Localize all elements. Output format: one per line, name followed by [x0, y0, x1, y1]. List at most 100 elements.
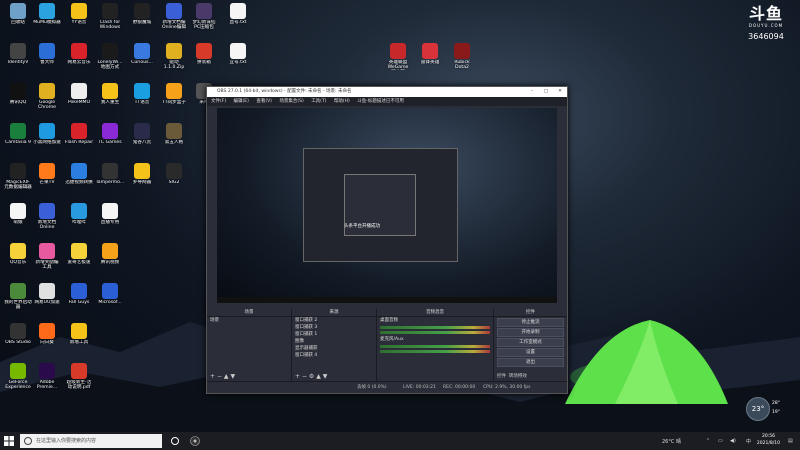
desktop-icon[interactable]: 向日葵: [31, 323, 63, 357]
desktop-icon[interactable]: 新增文档 Online: [31, 203, 63, 237]
source-item[interactable]: 窗口捕获 2: [292, 317, 376, 324]
obs-preview[interactable]: 头条平台开播成功: [217, 108, 557, 303]
desktop-icon[interactable]: Flash Repair: [63, 123, 95, 157]
remove-icon[interactable]: −: [302, 373, 307, 380]
desktop-icon[interactable]: TT同步盒子: [158, 83, 190, 117]
source-item[interactable]: 图像: [292, 338, 376, 345]
desktop-icon[interactable]: Clash for Windows: [94, 3, 126, 37]
desktop-icon[interactable]: 拼装箱: [188, 43, 220, 77]
menu-scene-collection[interactable]: 场景集合(S): [279, 99, 303, 104]
desktop-icon[interactable]: PokeMMO: [63, 83, 95, 117]
tab-transitions[interactable]: 转场特效: [509, 374, 527, 379]
desktop-icon[interactable]: 回收站: [2, 3, 34, 37]
desktop-icon[interactable]: 新增工具: [63, 323, 95, 357]
maximize-icon[interactable]: □: [539, 87, 553, 97]
exit-button[interactable]: 退出: [497, 358, 564, 367]
desktop-icon[interactable]: 腾讯视频: [94, 243, 126, 277]
obs-window[interactable]: OBS 27.0.1 (64-bit, windows) - 配置文件: 未命名…: [206, 86, 568, 394]
volume-slider[interactable]: [380, 350, 490, 353]
tray-weather[interactable]: 26°C 晴: [662, 438, 681, 445]
desktop-icon[interactable]: Google Chrome: [31, 83, 63, 117]
source-item[interactable]: 显示器捕获: [292, 345, 376, 352]
down-icon[interactable]: ▼: [230, 373, 235, 380]
desktop-icon[interactable]: TC Games: [94, 123, 126, 157]
desktop-icon[interactable]: TT语音: [126, 83, 158, 117]
desktop-icon[interactable]: 萌娘: [2, 203, 34, 237]
volume-slider[interactable]: [380, 331, 490, 334]
minimize-icon[interactable]: –: [525, 87, 539, 97]
desktop-icon[interactable]: 雷锋英雄: [414, 43, 446, 77]
scene-item[interactable]: 场景: [207, 317, 291, 324]
stop-streaming-button[interactable]: 停止推流: [497, 318, 564, 327]
desktop-icon[interactable]: 宜号.txt: [222, 43, 254, 77]
menu-help[interactable]: 帮助(H): [334, 99, 350, 104]
desktop-icon[interactable]: 驱动 1.1.0.Zip: [158, 43, 190, 77]
desktop-icon[interactable]: 新增文档编 Online编辑: [158, 3, 190, 37]
tray-volume-icon[interactable]: ◀): [730, 438, 736, 444]
desktop-icon[interactable]: 超级新生-活 动说明.pdf: [63, 363, 95, 397]
desktop-icon[interactable]: 鲁大师: [31, 43, 63, 77]
windows-start-icon[interactable]: [4, 436, 14, 446]
desktop-icon[interactable]: 第五人格: [158, 123, 190, 157]
obs-titlebar[interactable]: OBS 27.0.1 (64-bit, windows) - 配置文件: 未命名…: [207, 87, 567, 97]
desktop-icon[interactable]: Rubick Dota2: [446, 43, 478, 77]
desktop-icon[interactable]: 哔哩哔: [63, 203, 95, 237]
menu-tools[interactable]: 工具(T): [311, 99, 326, 104]
down-icon[interactable]: ▼: [323, 373, 328, 380]
menu-file[interactable]: 文件(F): [211, 99, 226, 104]
desktop-icon[interactable]: 腾讯QQ: [2, 83, 34, 117]
desktop-icon[interactable]: 罗导网器: [126, 163, 158, 197]
tray-chevron-up-icon[interactable]: ⌃: [706, 438, 710, 444]
desktop-icon[interactable]: 野狼魔城: [126, 3, 158, 37]
desktop-icon[interactable]: Adobe Premie...: [31, 363, 63, 397]
desktop-icon[interactable]: Tampermo...: [94, 163, 126, 197]
desktop-icon[interactable]: OBS Studio: [2, 323, 34, 357]
studio-mode-button[interactable]: 工作室模式: [497, 338, 564, 347]
desktop-icon[interactable]: 直播专用: [94, 203, 126, 237]
desktop-icon[interactable]: Camtasia 9: [2, 123, 34, 157]
desktop-icon[interactable]: 英雄联盟WeGame 版大厅: [382, 43, 414, 77]
start-recording-button[interactable]: 开始录制: [497, 328, 564, 337]
desktop-icon[interactable]: 鬼谷八荒: [126, 123, 158, 157]
desktop-icon[interactable]: MagicEXIF 元数据编辑器: [2, 163, 34, 197]
source-item[interactable]: 窗口捕获 1: [292, 331, 376, 338]
up-icon[interactable]: ▲: [224, 373, 229, 380]
desktop-icon[interactable]: 网易UU加速: [31, 283, 63, 317]
remove-icon[interactable]: −: [217, 373, 222, 380]
tray-ime[interactable]: 中: [746, 438, 751, 445]
desktop-icon[interactable]: 爱奇艺极速: [63, 243, 95, 277]
desktop-icon[interactable]: 我的世界启动器: [2, 283, 34, 317]
taskbar-clock[interactable]: 20:56 2021/8/10: [757, 433, 780, 447]
source-item[interactable]: 窗口捕获 3: [292, 324, 376, 331]
desktop-icon[interactable]: Fall Guys: [63, 283, 95, 317]
tray-network-icon[interactable]: ▭: [718, 438, 723, 444]
desktop-icon[interactable]: GeForce Experience: [2, 363, 34, 397]
obs-taskbar-icon[interactable]: [190, 436, 200, 446]
desktop-icon[interactable]: 梦幻新诛仙 PC压缩包: [188, 3, 220, 37]
menu-edit[interactable]: 编辑(E): [234, 99, 249, 104]
menu-view[interactable]: 查看(V): [256, 99, 272, 104]
taskbar-search-box[interactable]: 在这里输入你要搜索的内容: [20, 434, 162, 448]
settings-button[interactable]: 设置: [497, 348, 564, 357]
desktop-icon[interactable]: 网易云音乐: [63, 43, 95, 77]
desktop-icon[interactable]: 小黑网络加速: [31, 123, 63, 157]
menu-douyu-plugin[interactable]: 斗鱼-标题描述已不可用: [357, 99, 404, 104]
desktop-icon[interactable]: YY语音: [63, 3, 95, 37]
desktop-icon[interactable]: MuMu模拟器: [31, 3, 63, 37]
desktop-icon[interactable]: IdentityV: [2, 43, 34, 77]
desktop-icon[interactable]: 直号.txt: [222, 3, 254, 37]
desktop-icon[interactable]: 我人重生: [94, 83, 126, 117]
source-item[interactable]: 窗口捕获 4: [292, 352, 376, 359]
desktop-icon[interactable]: 迅捷视频转换: [63, 163, 95, 197]
add-icon[interactable]: +: [210, 373, 215, 380]
desktop-icon[interactable]: QQ音乐: [2, 243, 34, 277]
tab-controls[interactable]: 控件: [497, 374, 506, 379]
add-icon[interactable]: +: [295, 373, 300, 380]
gear-icon[interactable]: ⚙: [309, 373, 314, 380]
desktop-icon[interactable]: 新增奖励编 工具: [31, 243, 63, 277]
close-icon[interactable]: ✕: [553, 87, 567, 97]
weather-widget[interactable]: 23° 28° 19°: [746, 397, 792, 421]
desktop-icon[interactable]: 芒果TV: [31, 163, 63, 197]
desktop-icon[interactable]: LonelyWi... 地图方式: [94, 43, 126, 77]
desktop-icon[interactable]: SIG2: [158, 163, 190, 197]
